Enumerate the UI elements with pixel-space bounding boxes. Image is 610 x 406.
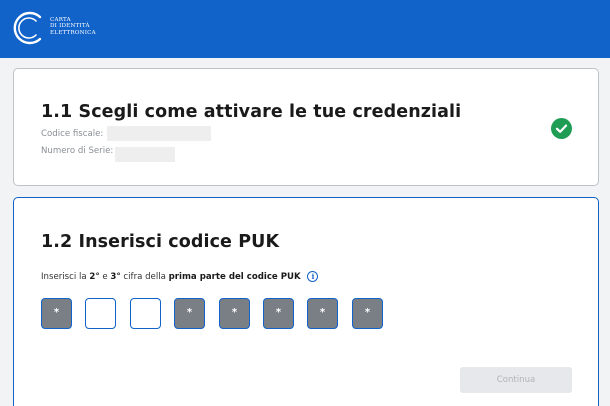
step-2-card: 1.2 Inserisci codice PUK Inserisci la 2°… <box>13 197 599 406</box>
step-1-card[interactable]: 1.1 Scegli come attivare le tue credenzi… <box>13 68 599 186</box>
puk-digit-6: * <box>263 298 294 329</box>
logo-wordmark: CARTA DI IDENTITÀ ELETTRONICA <box>50 17 96 36</box>
instruction-pre: Inserisci la <box>41 272 90 282</box>
puk-digit-8: * <box>352 298 383 329</box>
instruction-digit-2: 3° <box>110 272 121 282</box>
puk-digit-7: * <box>307 298 338 329</box>
codice-fiscale-label: Codice fiscale: <box>41 129 104 139</box>
check-circle-icon <box>551 118 572 139</box>
continue-button[interactable]: Continua <box>460 367 572 393</box>
puk-digit-1: * <box>41 298 72 329</box>
cie-logo-icon <box>13 11 42 45</box>
step-1-title: 1.1 Scegli come attivare le tue credenzi… <box>41 102 462 122</box>
instruction-mid-2: cifra della <box>120 272 169 282</box>
puk-instruction: Inserisci la 2° e 3° cifra della prima p… <box>41 271 319 282</box>
instruction-digit-1: 2° <box>89 272 100 282</box>
info-icon[interactable]: i <box>307 271 319 282</box>
numero-serie-redacted-value <box>115 147 175 162</box>
puk-digit-4: * <box>174 298 205 329</box>
numero-serie-label: Numero di Serie: <box>41 146 114 156</box>
app-header: CARTA DI IDENTITÀ ELETTRONICA <box>0 0 610 58</box>
puk-digit-5: * <box>219 298 250 329</box>
instruction-mid-1: e <box>99 272 111 282</box>
codice-fiscale-redacted-value <box>107 126 211 141</box>
puk-digit-2-input[interactable] <box>85 298 116 329</box>
step-2-title: 1.2 Inserisci codice PUK <box>41 232 280 252</box>
instruction-bold: prima parte del codice PUK <box>168 272 301 282</box>
logo-line-2: DI IDENTITÀ <box>50 23 90 30</box>
puk-digit-3-input[interactable] <box>130 298 161 329</box>
logo-line-3: ELETTRONICA <box>50 29 96 36</box>
